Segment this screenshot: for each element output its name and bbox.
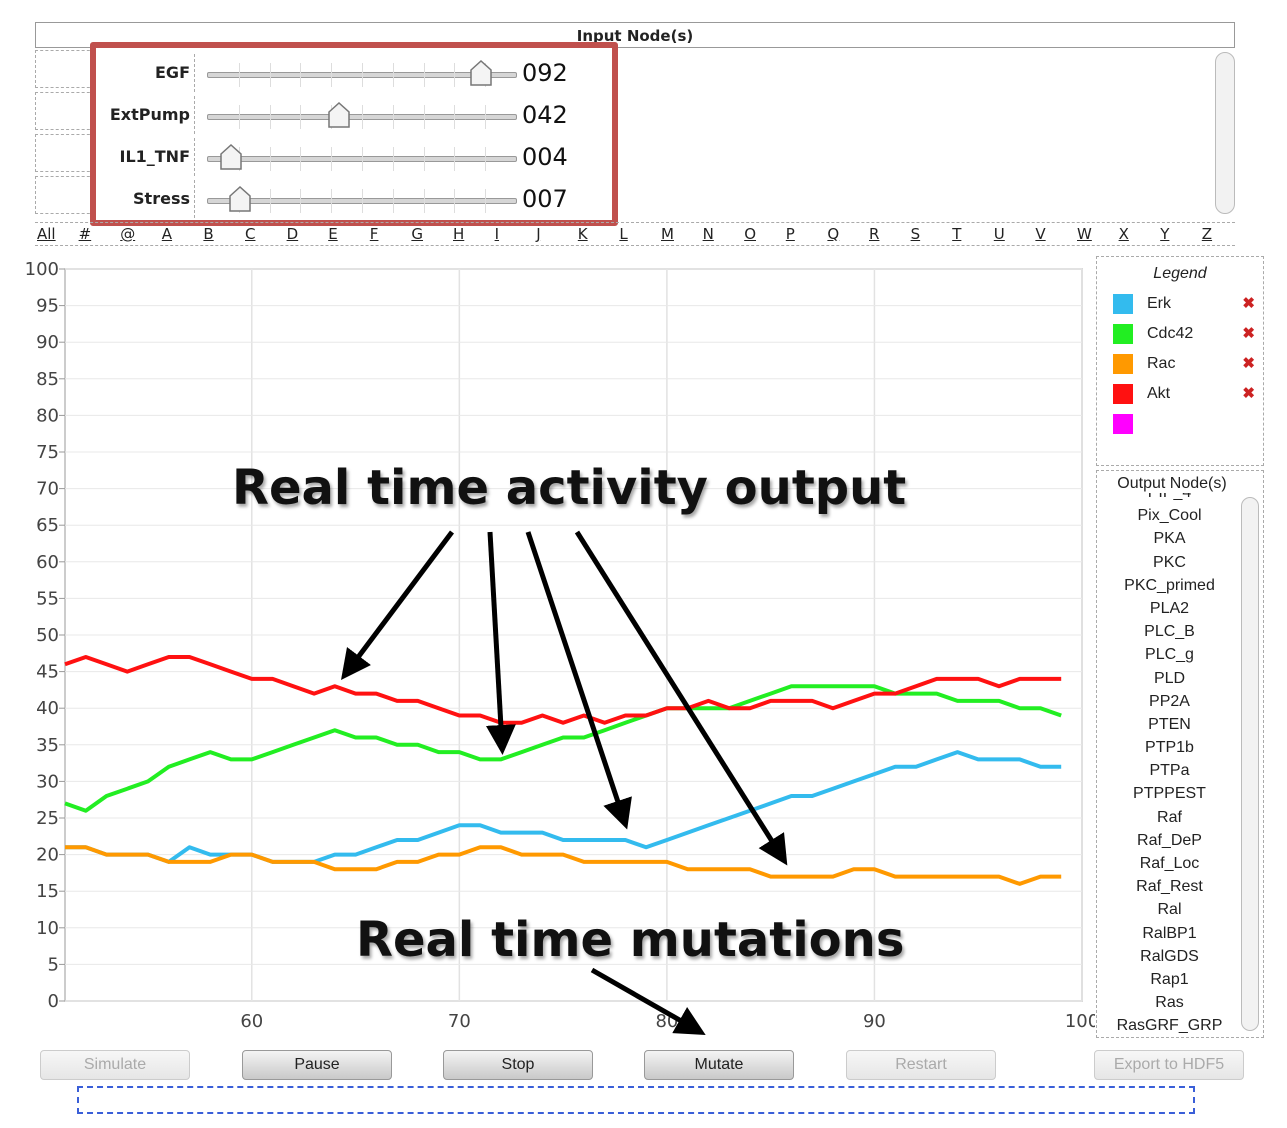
annotation-arrow	[574, 530, 788, 866]
annotation-arrow	[590, 967, 706, 1035]
activity-annotation: Real time activity output	[232, 460, 907, 516]
output-nodes-title: Output Node(s)	[1097, 475, 1247, 493]
annotation-arrow	[485, 531, 516, 755]
annotation-arrow	[341, 530, 454, 680]
annotation-arrow	[525, 531, 632, 830]
mutations-annotation: Real time mutations	[356, 912, 905, 968]
